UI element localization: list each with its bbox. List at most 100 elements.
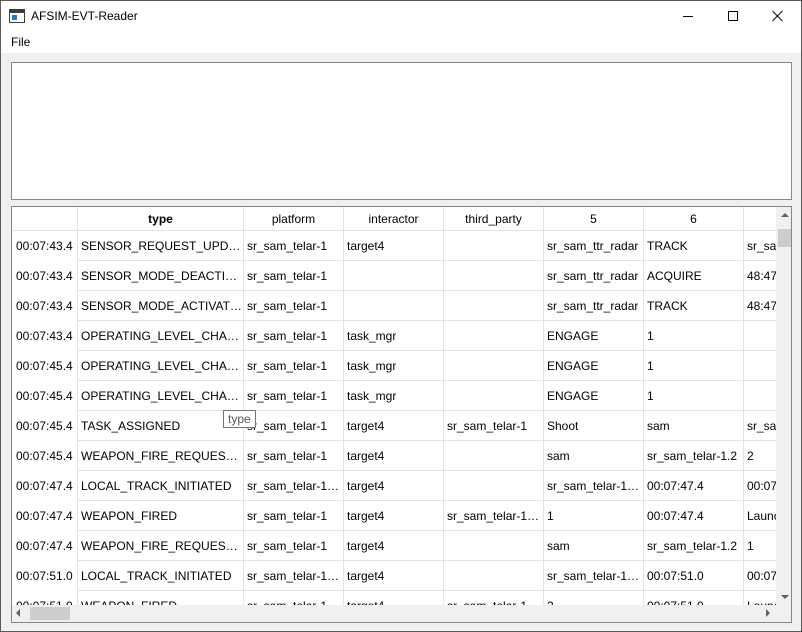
cell-third-party[interactable] bbox=[444, 261, 544, 291]
cell-col-5[interactable]: sam bbox=[544, 441, 644, 471]
column-header-interactor[interactable]: interactor bbox=[344, 207, 444, 231]
cell-col-7[interactable] bbox=[744, 381, 776, 411]
cell-col-5[interactable]: sam bbox=[544, 531, 644, 561]
cell-col-6[interactable]: 00:07:51.0 bbox=[644, 561, 744, 591]
cell-interactor[interactable]: task_mgr bbox=[344, 381, 444, 411]
cell-type[interactable]: TASK_ASSIGNED bbox=[78, 411, 244, 441]
cell-type[interactable]: SENSOR_MODE_ACTIVATED bbox=[78, 291, 244, 321]
cell-platform[interactable]: sr_sam_telar-1 bbox=[244, 411, 344, 441]
row-header-time[interactable]: 00:07:45.4 bbox=[12, 441, 78, 471]
cell-interactor[interactable] bbox=[344, 291, 444, 321]
horizontal-scrollbar[interactable] bbox=[12, 605, 776, 622]
vertical-scroll-thumb[interactable] bbox=[778, 229, 791, 247]
cell-col-7[interactable]: 2 bbox=[744, 441, 776, 471]
close-button[interactable] bbox=[755, 1, 801, 31]
cell-type[interactable]: WEAPON_FIRE_REQUESTED bbox=[78, 441, 244, 471]
row-header-time[interactable]: 00:07:51.0 bbox=[12, 591, 78, 605]
row-header-time[interactable]: 00:07:47.4 bbox=[12, 471, 78, 501]
cell-col-5[interactable]: 1 bbox=[544, 501, 644, 531]
table-row[interactable]: 00:07:43.4 OPERATING_LEVEL_CHANGED sr_sam_… bbox=[12, 321, 776, 351]
cell-col-5[interactable]: sr_sam_ttr_radar bbox=[544, 291, 644, 321]
cell-col-7[interactable]: Launc bbox=[744, 591, 776, 606]
cell-col-6[interactable]: 1 bbox=[644, 381, 744, 411]
cell-interactor[interactable]: target4 bbox=[344, 231, 444, 261]
cell-type[interactable]: WEAPON_FIRE_REQUESTED bbox=[78, 531, 244, 561]
row-header-time[interactable]: 00:07:47.4 bbox=[12, 501, 78, 531]
table-row[interactable]: 00:07:47.4 WEAPON_FIRED sr_sam_telar-1 targ… bbox=[12, 501, 776, 531]
cell-col-7[interactable]: 48:47: bbox=[744, 291, 776, 321]
cell-col-7[interactable]: sr_sam bbox=[744, 231, 776, 261]
maximize-button[interactable] bbox=[710, 1, 756, 31]
cell-platform[interactable]: sr_sam_telar-1_sam bbox=[244, 471, 344, 501]
table-row[interactable]: 00:07:51.0WEAPON_FIREDsr_sam_telar-1targ… bbox=[12, 591, 776, 605]
cell-third-party[interactable] bbox=[444, 471, 544, 501]
scroll-up-arrow-icon[interactable] bbox=[781, 213, 789, 217]
cell-col-5[interactable]: Shoot bbox=[544, 411, 644, 441]
row-header-time[interactable]: 00:07:43.4 bbox=[12, 291, 78, 321]
cell-type[interactable]: OPERATING_LEVEL_CHANGED bbox=[78, 381, 244, 411]
cell-col-6[interactable]: TRACK bbox=[644, 231, 744, 261]
row-header-time[interactable]: 00:07:47.4 bbox=[12, 531, 78, 561]
cell-interactor[interactable]: target4 bbox=[344, 561, 444, 591]
cell-third-party[interactable] bbox=[444, 351, 544, 381]
cell-third-party[interactable] bbox=[444, 291, 544, 321]
cell-third-party[interactable]: sr_sam_telar-1 bbox=[444, 411, 544, 441]
cell-interactor[interactable]: target4 bbox=[344, 591, 444, 605]
table-row[interactable]: 00:07:45.4 TASK_ASSIGNED sr_sam_telar-1 tar… bbox=[12, 411, 776, 441]
cell-interactor[interactable] bbox=[344, 261, 444, 291]
table-row[interactable]: 00:07:43.4 SENSOR_REQUEST_UPDATED sr_sam_t… bbox=[12, 231, 776, 261]
cell-col-7[interactable]: 48:47: bbox=[744, 261, 776, 291]
cell-col-7[interactable]: 00:07: bbox=[744, 561, 776, 591]
cell-platform[interactable]: sr_sam_telar-1 bbox=[244, 441, 344, 471]
cell-interactor[interactable]: target4 bbox=[344, 441, 444, 471]
cell-col-5[interactable]: ENGAGE bbox=[544, 351, 644, 381]
minimize-button[interactable] bbox=[665, 1, 711, 31]
cell-interactor[interactable]: task_mgr bbox=[344, 321, 444, 351]
cell-third-party[interactable]: sr_sam_telar-1_sam bbox=[444, 591, 544, 605]
cell-col-6[interactable]: sr_sam_telar-1.2 bbox=[644, 441, 744, 471]
row-header-time[interactable]: 00:07:43.4 bbox=[12, 231, 78, 261]
table-row[interactable]: 00:07:47.4 WEAPON_FIRE_REQUESTED sr_sam_te… bbox=[12, 531, 776, 561]
table-row[interactable]: 00:07:51.0 LOCAL_TRACK_INITIATED sr_sam_te… bbox=[12, 561, 776, 591]
title-bar[interactable]: AFSIM-EVT-Reader bbox=[1, 1, 801, 31]
row-header-time[interactable]: 00:07:43.4 bbox=[12, 321, 78, 351]
cell-type[interactable]: WEAPON_FIRED bbox=[78, 591, 244, 605]
cell-type[interactable]: LOCAL_TRACK_INITIATED bbox=[78, 471, 244, 501]
table-row[interactable]: 00:07:45.4 WEAPON_FIRE_REQUESTED sr_sam_te… bbox=[12, 441, 776, 471]
cell-col-7[interactable]: sr_sar bbox=[744, 411, 776, 441]
scroll-down-arrow-icon[interactable] bbox=[781, 595, 789, 599]
cell-col-7[interactable]: 00:07: bbox=[744, 471, 776, 501]
cell-platform[interactable]: sr_sam_telar-1 bbox=[244, 591, 344, 605]
cell-col-5[interactable]: sr_sam_ttr_radar bbox=[544, 261, 644, 291]
cell-col-5[interactable]: sr_sam_ttr_radar bbox=[544, 231, 644, 261]
cell-third-party[interactable] bbox=[444, 231, 544, 261]
table-row[interactable]: 00:07:43.4 SENSOR_MODE_DEACTIVATED sr_sam_… bbox=[12, 261, 776, 291]
cell-third-party[interactable]: sr_sam_telar-1_sam bbox=[444, 501, 544, 531]
scroll-right-arrow-icon[interactable] bbox=[766, 609, 770, 617]
cell-col-6[interactable]: 00:07:47.4 bbox=[644, 501, 744, 531]
cell-platform[interactable]: sr_sam_telar-1 bbox=[244, 381, 344, 411]
cell-type[interactable]: OPERATING_LEVEL_CHANGED bbox=[78, 321, 244, 351]
cell-col-6[interactable]: 00:07:51.0 bbox=[644, 591, 744, 605]
row-header-time[interactable]: 00:07:45.4 bbox=[12, 381, 78, 411]
cell-third-party[interactable] bbox=[444, 441, 544, 471]
cell-col-6[interactable]: ACQUIRE bbox=[644, 261, 744, 291]
row-header-time[interactable]: 00:07:45.4 bbox=[12, 351, 78, 381]
cell-platform[interactable]: sr_sam_telar-1 bbox=[244, 501, 344, 531]
cell-interactor[interactable]: target4 bbox=[344, 471, 444, 501]
table-row[interactable]: 00:07:45.4 OPERATING_LEVEL_CHANGED sr_sam_… bbox=[12, 381, 776, 411]
cell-third-party[interactable] bbox=[444, 321, 544, 351]
cell-platform[interactable]: sr_sam_telar-1 bbox=[244, 531, 344, 561]
cell-col-6[interactable]: sr_sam_telar-1.2 bbox=[644, 531, 744, 561]
column-header-third-party[interactable]: third_party bbox=[444, 207, 544, 231]
cell-interactor[interactable]: target4 bbox=[344, 501, 444, 531]
row-header-time[interactable]: 00:07:45.4 bbox=[12, 411, 78, 441]
cell-col-7[interactable]: Launc bbox=[744, 501, 776, 531]
cell-platform[interactable]: sr_sam_telar-1 bbox=[244, 291, 344, 321]
cell-type[interactable]: OPERATING_LEVEL_CHANGED bbox=[78, 351, 244, 381]
cell-col-6[interactable]: 1 bbox=[644, 321, 744, 351]
cell-type[interactable]: LOCAL_TRACK_INITIATED bbox=[78, 561, 244, 591]
cell-interactor[interactable]: target4 bbox=[344, 531, 444, 561]
column-header-type[interactable]: type bbox=[78, 207, 244, 231]
cell-platform[interactable]: sr_sam_telar-1 bbox=[244, 261, 344, 291]
